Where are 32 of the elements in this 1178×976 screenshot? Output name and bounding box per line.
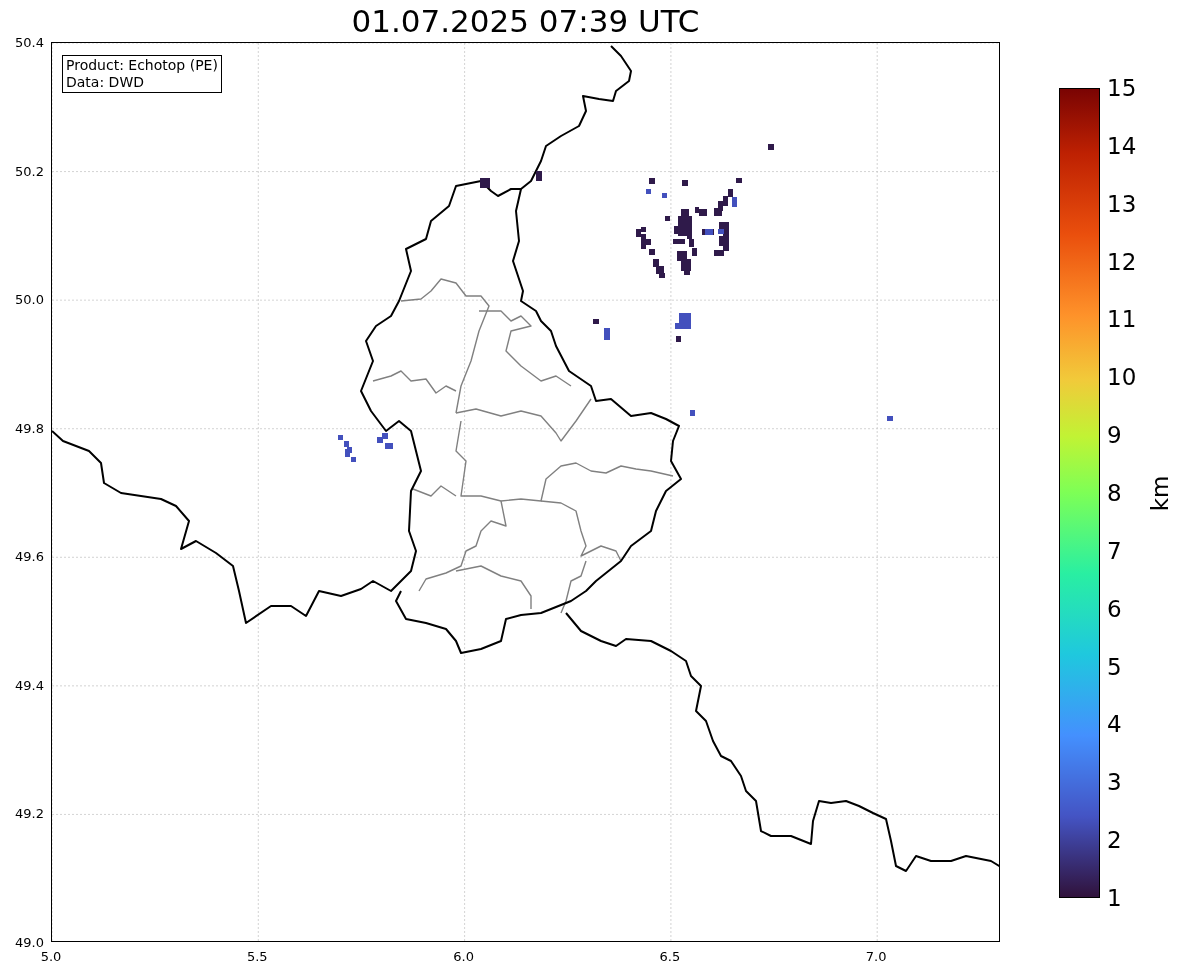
x-tick-label: 6.0 — [453, 950, 474, 963]
colorbar-tick-label: 12 — [1107, 250, 1137, 274]
colorbar-tick-label: 13 — [1107, 192, 1137, 216]
colorbar-tick-label: 2 — [1107, 828, 1122, 852]
y-tick-label: 49.4 — [15, 678, 44, 692]
colorbar-tick-label: 11 — [1107, 307, 1137, 331]
x-tick-label: 5.5 — [246, 950, 268, 963]
colorbar-tick-label: 10 — [1107, 365, 1137, 389]
colorbar-label: km — [1149, 475, 1173, 512]
colorbar-tick-label: 8 — [1107, 481, 1122, 505]
y-tick-label: 50.0 — [15, 292, 44, 306]
y-tick-label: 49.0 — [15, 935, 44, 949]
colorbar-tick-label: 7 — [1107, 539, 1122, 563]
info-text: Product: Echotop (PE) — [66, 57, 218, 74]
colorbar-tick-label: 14 — [1107, 134, 1137, 158]
x-tick-label: 7.0 — [865, 950, 887, 963]
colorbar-tick-label: 3 — [1107, 770, 1122, 794]
colorbar-tick-label: 9 — [1107, 423, 1122, 447]
y-tick-label: 50.4 — [15, 35, 44, 49]
y-tick-label: 49.6 — [15, 549, 44, 563]
x-tick-label: 5.0 — [40, 950, 62, 963]
colorbar-tick-label: 4 — [1107, 712, 1122, 736]
y-tick-label: 49.2 — [15, 806, 44, 820]
colorbar-tick-label: 1 — [1107, 886, 1122, 910]
x-tick-label: 6.5 — [659, 950, 681, 963]
y-tick-label: 49.8 — [15, 421, 44, 435]
y-tick-label: 50.2 — [15, 164, 44, 178]
info-text: Data: DWD — [66, 74, 145, 91]
colorbar-tick-label: 6 — [1107, 597, 1122, 621]
colorbar-tick-label: 15 — [1107, 76, 1137, 100]
colorbar-tick-label: 5 — [1107, 655, 1122, 679]
chart-title: 01.07.2025 07:39 UTC — [351, 5, 700, 37]
